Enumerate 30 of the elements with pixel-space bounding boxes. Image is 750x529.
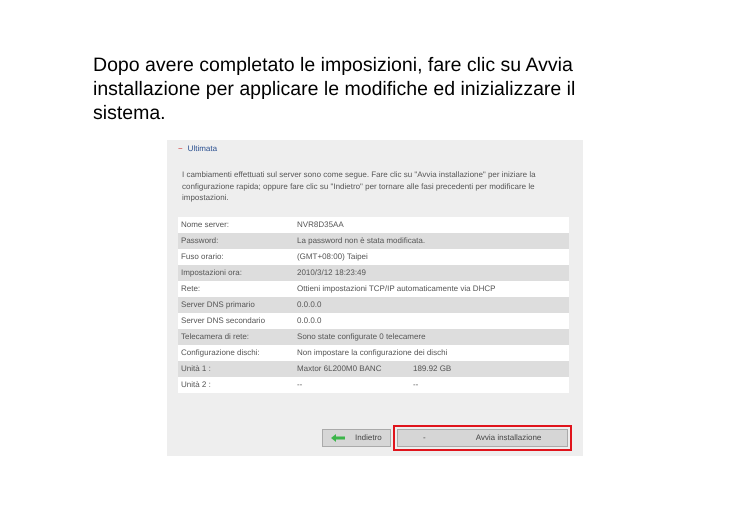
description-text: I cambiamenti effettuati sul server sono come segue. Fare clic su "Avvia installazione" per iniziare la configurazione rapida; oppure fare clic su "Indietro" per tornare alle fasi precedenti per modificare le impostazioni. [182,169,537,204]
row-value: Ottieni impostazioni TCP/IP automaticamente via DHCP [297,282,496,294]
left-arrow-icon [331,434,345,442]
row-value: Maxtor 6L200M0 BANC [297,362,382,374]
row-label: Server DNS secondario [180,314,266,326]
back-button[interactable]: Indietro [322,428,391,446]
row-value: 2010/3/12 18:23:49 [297,266,366,278]
row-value: 0.0.0.0 [297,298,322,310]
row-value: -- [297,378,304,390]
row-label: Unità 2 : [180,378,212,390]
collapse-toggle[interactable]: − [178,143,183,155]
row-label: Server DNS primario [180,298,256,310]
row-value: 0.0.0.0 [297,314,322,326]
row-value: (GMT+08:00) Taipei [297,250,368,262]
row-label: Telecamera di rete: [180,330,250,342]
row-value: La password non è stata modificata. [297,234,426,246]
row-label: Rete: [180,282,202,294]
row-value: 189.92 GB [413,362,452,374]
row-label: Impostazioni ora: [180,266,243,278]
row-value: Sono state configurate 0 telecamere [297,330,426,342]
row-label: Configurazione dischi: [180,346,261,358]
row-value: NVR8D35AA [297,218,344,230]
caption-paragraph: Dopo avere completato le imposizioni, fare clic su Avvia installazione per applicare le modifiche ed inizializzare il sistema. [92,53,576,125]
row-value: -- [413,378,418,390]
row-value: Non impostare la configurazione dei dischi [297,346,448,358]
row-label: Fuso orario: [180,250,225,262]
row-label: Password: [180,234,220,246]
section-title: Ultimata [188,143,218,155]
row-label: Unità 1 : [180,362,212,374]
row-label: Nome server: [180,218,230,230]
